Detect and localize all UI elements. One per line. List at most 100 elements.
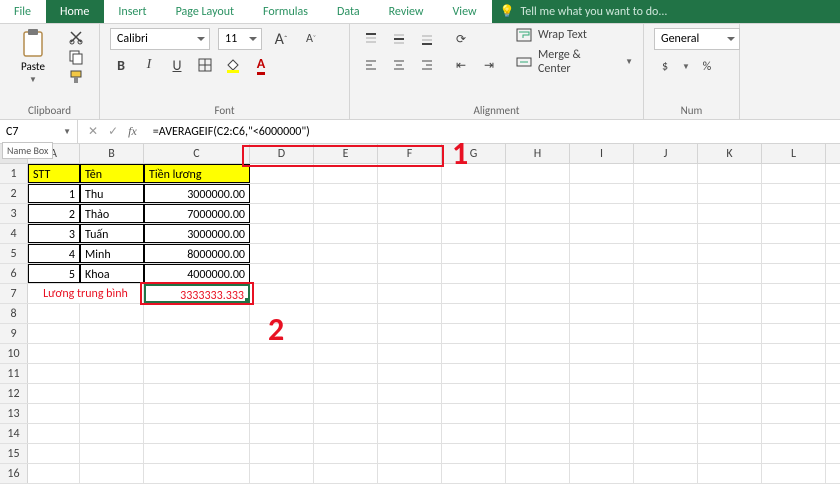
cell-K3[interactable]: [698, 204, 762, 223]
cell-L2[interactable]: [762, 184, 826, 203]
row-header-16[interactable]: 16: [0, 464, 28, 483]
paste-button[interactable]: Paste ▼: [10, 28, 56, 85]
cell-I5[interactable]: [570, 244, 634, 263]
col-header-E[interactable]: E: [314, 144, 378, 163]
borders-button[interactable]: [194, 54, 216, 76]
cut-icon[interactable]: [68, 29, 84, 45]
cell-F7[interactable]: [378, 284, 442, 303]
currency-button[interactable]: $: [654, 56, 676, 78]
underline-button[interactable]: U: [166, 54, 188, 76]
cell-A4[interactable]: 3: [28, 224, 80, 243]
cell-G10[interactable]: [442, 344, 506, 363]
col-header-C[interactable]: C: [144, 144, 250, 163]
cell-A9[interactable]: [28, 324, 80, 343]
cell-H5[interactable]: [506, 244, 570, 263]
percent-button[interactable]: %: [696, 56, 718, 78]
cell-C12[interactable]: [144, 384, 250, 403]
cell-E3[interactable]: [314, 204, 378, 223]
cell-F5[interactable]: [378, 244, 442, 263]
wrap-text-button[interactable]: Wrap Text: [516, 28, 633, 42]
cell-E9[interactable]: [314, 324, 378, 343]
cell-L15[interactable]: [762, 444, 826, 463]
cell-G9[interactable]: [442, 324, 506, 343]
row-header-3[interactable]: 3: [0, 204, 28, 223]
align-bottom-icon[interactable]: [416, 28, 438, 50]
row-header-7[interactable]: 7: [0, 284, 28, 303]
cell-G11[interactable]: [442, 364, 506, 383]
cell-A15[interactable]: [28, 444, 80, 463]
cell-K14[interactable]: [698, 424, 762, 443]
cell-J1[interactable]: [634, 164, 698, 183]
cell-H13[interactable]: [506, 404, 570, 423]
cell-J12[interactable]: [634, 384, 698, 403]
cell-L9[interactable]: [762, 324, 826, 343]
cell-F15[interactable]: [378, 444, 442, 463]
cell-H4[interactable]: [506, 224, 570, 243]
cell-F2[interactable]: [378, 184, 442, 203]
cell-C6[interactable]: 4000000.00: [144, 264, 250, 283]
cell-E10[interactable]: [314, 344, 378, 363]
cell-L8[interactable]: [762, 304, 826, 323]
cell-I10[interactable]: [570, 344, 634, 363]
col-header-J[interactable]: J: [634, 144, 698, 163]
cell-H2[interactable]: [506, 184, 570, 203]
bold-button[interactable]: B: [110, 54, 132, 76]
cell-C14[interactable]: [144, 424, 250, 443]
cell-G2[interactable]: [442, 184, 506, 203]
cell-A3[interactable]: 2: [28, 204, 80, 223]
cell-K13[interactable]: [698, 404, 762, 423]
cell-I14[interactable]: [570, 424, 634, 443]
cell-A14[interactable]: [28, 424, 80, 443]
cell-D13[interactable]: [250, 404, 314, 423]
cell-B13[interactable]: [80, 404, 144, 423]
cell-B3[interactable]: Thảo: [80, 204, 144, 223]
cell-A1[interactable]: STT: [28, 164, 80, 183]
cell-D16[interactable]: [250, 464, 314, 483]
cell-G12[interactable]: [442, 384, 506, 403]
tab-page-layout[interactable]: Page Layout: [162, 0, 249, 23]
cell-E14[interactable]: [314, 424, 378, 443]
cell-C5[interactable]: 8000000.00: [144, 244, 250, 263]
font-color-button[interactable]: A: [250, 54, 272, 76]
cell-I6[interactable]: [570, 264, 634, 283]
cell-C15[interactable]: [144, 444, 250, 463]
cell-C10[interactable]: [144, 344, 250, 363]
cell-H6[interactable]: [506, 264, 570, 283]
cell-L14[interactable]: [762, 424, 826, 443]
cell-K10[interactable]: [698, 344, 762, 363]
cell-E13[interactable]: [314, 404, 378, 423]
cell-A12[interactable]: [28, 384, 80, 403]
cell-A10[interactable]: [28, 344, 80, 363]
cell-G4[interactable]: [442, 224, 506, 243]
cell-E16[interactable]: [314, 464, 378, 483]
cell-I4[interactable]: [570, 224, 634, 243]
cell-F11[interactable]: [378, 364, 442, 383]
cell-B6[interactable]: Khoa: [80, 264, 144, 283]
cell-G13[interactable]: [442, 404, 506, 423]
cell-H14[interactable]: [506, 424, 570, 443]
cell-C7[interactable]: 3333333.333: [144, 284, 250, 303]
cell-F13[interactable]: [378, 404, 442, 423]
tab-data[interactable]: Data: [323, 0, 375, 23]
cell-E11[interactable]: [314, 364, 378, 383]
cell-L1[interactable]: [762, 164, 826, 183]
copy-icon[interactable]: [68, 49, 84, 65]
row-header-5[interactable]: 5: [0, 244, 28, 263]
cell-K16[interactable]: [698, 464, 762, 483]
cell-J7[interactable]: [634, 284, 698, 303]
row-header-4[interactable]: 4: [0, 224, 28, 243]
cell-E5[interactable]: [314, 244, 378, 263]
col-header-I[interactable]: I: [570, 144, 634, 163]
cell-G3[interactable]: [442, 204, 506, 223]
cell-H16[interactable]: [506, 464, 570, 483]
font-size-combo[interactable]: 11: [218, 28, 262, 50]
cell-J8[interactable]: [634, 304, 698, 323]
cell-A8[interactable]: [28, 304, 80, 323]
align-center-icon[interactable]: [388, 54, 410, 76]
cell-E8[interactable]: [314, 304, 378, 323]
row-header-15[interactable]: 15: [0, 444, 28, 463]
row-header-10[interactable]: 10: [0, 344, 28, 363]
cell-B12[interactable]: [80, 384, 144, 403]
cell-F6[interactable]: [378, 264, 442, 283]
orientation-button[interactable]: ⟳: [450, 28, 472, 50]
